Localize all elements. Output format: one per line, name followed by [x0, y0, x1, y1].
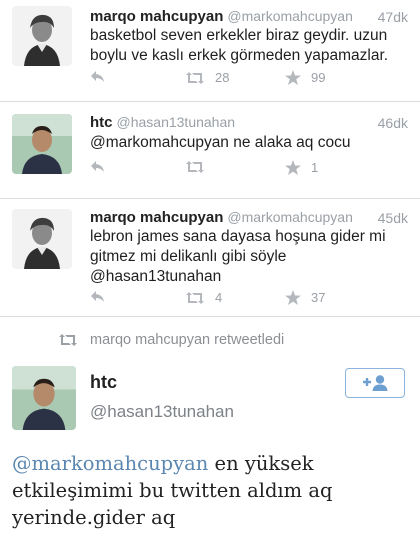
tweet-text: basketbol seven erkekler biraz geydir. u… [90, 26, 412, 66]
tweet-header: marqo mahcupyan @markomahcupyan 47dk [90, 8, 408, 26]
tweet-3[interactable]: marqo mahcupyan @markomahcupyan 45dk lebr… [0, 199, 420, 317]
retweet-notice-text[interactable]: marqo mahcupyan retweetledi [90, 332, 284, 348]
mention-link[interactable]: @markomahcupyan [12, 452, 208, 475]
retweet-button[interactable]: 4 [185, 290, 222, 305]
retweet-notice: marqo mahcupyan retweetledi [0, 325, 420, 355]
avatar[interactable] [12, 209, 72, 269]
tweet-text-line: gitmez mi delikanlı gibi söyle [90, 248, 287, 265]
user-name[interactable]: htc [90, 114, 113, 131]
favorite-count: 1 [311, 160, 319, 175]
tweet-header: marqo mahcupyan @markomahcupyan 45dk [90, 209, 408, 227]
retweet-count: 4 [215, 290, 223, 305]
user-handle[interactable]: @hasan13tunahan [117, 114, 236, 130]
reply-icon [91, 161, 104, 172]
tweet-text-line: basketbol seven erkekler biraz geydir. u… [90, 27, 388, 44]
favorite-count: 99 [311, 70, 326, 85]
favorite-button[interactable]: 37 [285, 290, 325, 305]
reply-icon [91, 71, 104, 82]
retweet-icon [186, 161, 204, 173]
avatar[interactable] [12, 114, 72, 174]
featured-user-name[interactable]: htc [90, 372, 117, 393]
retweet-count: 28 [215, 70, 230, 85]
tweet-text-line: @markomahcupyan ne alaka aq cocu [90, 134, 351, 151]
tweet-text-line: lebron james sana dayasa hoşuna gider mi [90, 228, 386, 245]
tweet-actions: 1 [90, 160, 400, 178]
favorite-button[interactable]: 99 [285, 70, 325, 85]
retweet-icon [59, 334, 77, 346]
retweet-icon [186, 71, 204, 84]
user-handle[interactable]: @markomahcupyan [227, 8, 353, 24]
reply-button[interactable] [90, 70, 106, 84]
tweet-actions: 28 99 [90, 70, 400, 88]
favorite-count: 37 [311, 290, 326, 305]
reply-icon [91, 291, 104, 302]
favorite-button[interactable]: 1 [285, 160, 318, 175]
tweet-text-line: @hasan13tunahan [90, 268, 222, 285]
add-user-icon [363, 375, 388, 391]
featured-tweet-text: @markomahcupyan en yüksek etkileşimimi b… [12, 450, 414, 531]
featured-user-handle[interactable]: @hasan13tunahan [90, 402, 234, 422]
timestamp: 45dk [377, 210, 408, 226]
retweet-button[interactable] [185, 160, 215, 174]
retweet-icon [186, 291, 204, 304]
user-handle[interactable]: @markomahcupyan [227, 209, 353, 225]
timestamp: 47dk [377, 9, 408, 25]
user-name[interactable]: marqo mahcupyan [90, 8, 223, 25]
star-icon [285, 160, 301, 175]
follow-button[interactable] [345, 368, 405, 398]
user-name[interactable]: marqo mahcupyan [90, 209, 223, 226]
tweet-text: @markomahcupyan ne alaka aq cocu [90, 133, 412, 153]
tweet-text: lebron james sana dayasa hoşuna gider mi… [90, 227, 412, 287]
reply-button[interactable] [90, 160, 106, 174]
tweet-text-line: boylu ve kaslı erkek görmeden yapamazlar… [90, 47, 389, 64]
reply-button[interactable] [90, 290, 106, 304]
tweet-1[interactable]: marqo mahcupyan @markomahcupyan 47dk bask… [0, 0, 420, 102]
tweet-2[interactable]: htc @hasan13tunahan 46dk @markomahcupyan … [0, 102, 420, 199]
star-icon [285, 290, 301, 305]
tweet-header: htc @hasan13tunahan 46dk [90, 114, 408, 132]
timestamp: 46dk [377, 115, 408, 131]
star-icon [285, 70, 301, 85]
avatar[interactable] [12, 6, 72, 66]
retweet-button[interactable]: 28 [185, 70, 229, 85]
tweet-actions: 4 37 [90, 290, 400, 308]
featured-avatar[interactable] [12, 366, 76, 430]
